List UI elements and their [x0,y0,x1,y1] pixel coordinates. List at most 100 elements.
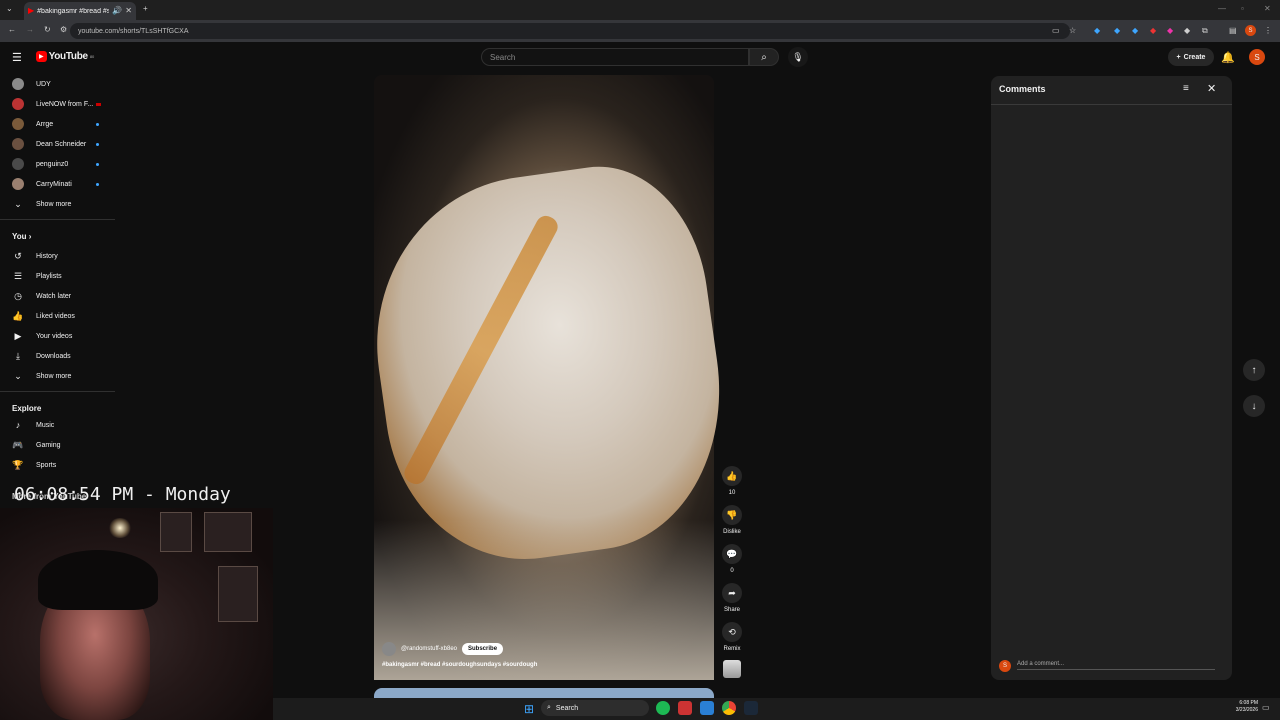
history-icon: ↺ [14,250,22,261]
thumbs-up-icon[interactable]: 👍 [722,466,742,486]
extensions-puzzle-icon[interactable]: ⧉ [1202,27,1208,35]
sidebar-subscription[interactable]: Arrge [0,115,115,133]
profile-avatar[interactable]: S [1245,25,1256,36]
show-more-subscriptions[interactable]: ⌄ Show more [0,195,115,213]
sidebar-subscription[interactable]: penguinz0 [0,155,115,173]
youtube-play-icon: ▶ [36,51,47,62]
window-close-icon[interactable]: ✕ [1264,5,1271,13]
notifications-bell-icon[interactable]: 🔔 [1220,48,1236,66]
sidebar-item-label: Watch later [36,292,72,300]
windows-start-icon[interactable]: ⊞ [524,702,534,716]
taskbar-search[interactable]: ⌕ Search [541,700,649,716]
extension-icon[interactable]: ◆ [1150,27,1156,35]
tab-audio-icon[interactable]: 🔊 [112,7,122,15]
spotify-icon[interactable] [656,701,670,715]
windows-taskbar [273,698,1280,720]
sidebar-item-watch-later[interactable]: ◷ Watch later [0,287,115,305]
next-short-button[interactable]: ↓ [1243,395,1265,417]
channel-avatar [12,158,24,170]
you-section-heading[interactable]: You › [12,232,31,241]
extension-icon[interactable]: ◆ [1114,27,1120,35]
subscribe-button[interactable]: Subscribe [462,643,504,655]
menu-kebab-icon[interactable]: ⋮ [1264,27,1272,35]
sidebar-item-history[interactable]: ↺ History [0,247,115,265]
share-action[interactable]: ➦ Share [720,583,744,613]
bookmark-star-icon[interactable]: ☆ [1069,27,1076,35]
chrome-icon[interactable] [722,701,736,715]
remix-icon[interactable]: ⟲ [722,622,742,642]
reload-icon[interactable]: ↻ [44,26,51,34]
hamburger-menu-icon[interactable]: ☰ [12,51,22,64]
minimize-icon[interactable]: — [1218,5,1226,13]
sidebar-item-your-videos[interactable]: ▶ Your videos [0,327,115,345]
calendar-app-icon[interactable] [678,701,692,715]
extension-icon[interactable]: ◆ [1132,27,1138,35]
channel-avatar [12,78,24,90]
search-input[interactable]: Search [481,48,749,66]
notification-center-icon[interactable]: ▭ [1262,704,1270,712]
extension-icon[interactable]: ◆ [1184,27,1190,35]
sidebar-item-sports[interactable]: 🏆 Sports [0,456,115,474]
sidebar-subscription[interactable]: CarryMinati [0,175,115,193]
maximize-icon[interactable]: ▫ [1241,5,1244,13]
logo-country-badge: 80 [89,54,95,59]
browser-tab[interactable]: ▶ #bakingasmr #bread #sour 🔊 ✕ [24,2,136,20]
sort-icon[interactable]: ≡ [1183,83,1189,94]
search-button[interactable]: ⌕ [749,48,779,66]
add-comment-input[interactable]: Add a comment... [1017,661,1215,670]
back-icon[interactable]: ← [8,26,16,34]
chevron-right-icon: › [28,232,32,241]
sidebar-item-liked-videos[interactable]: 👍 Liked videos [0,307,115,325]
store-app-icon[interactable] [700,701,714,715]
remix-action[interactable]: ⟲ Remix [720,622,744,652]
wall-poster [204,512,252,552]
comment-action[interactable]: 💬 0 [720,544,744,574]
dislike-action[interactable]: 👎 Dislike [720,505,744,535]
like-action[interactable]: 👍 10 [720,466,744,496]
channel-handle[interactable]: @randomstuff-xb8eo [401,646,457,652]
sidebar-item-music[interactable]: ♪ Music [0,416,115,434]
profile-letter: S [1248,27,1253,34]
tab-close-icon[interactable]: ✕ [125,7,132,15]
sidebar-subscription[interactable]: LiveNOW from F... [0,95,115,113]
short-caption[interactable]: #bakingasmr #bread #sourdoughsundays #so… [382,662,537,668]
voice-search-button[interactable]: 🎙 [788,47,808,67]
sidebar-item-gaming[interactable]: 🎮 Gaming [0,436,115,454]
account-letter: S [1254,52,1260,62]
baking-cloth-image [374,520,714,680]
taskbar-clock[interactable]: 6:08 PM 3/23/2026 [1222,700,1258,714]
youtube-logo[interactable]: ▶ YouTube 80 [36,51,94,62]
comment-icon[interactable]: 💬 [722,544,742,564]
share-icon[interactable]: ➦ [722,583,742,603]
extension-icon[interactable]: ◆ [1167,27,1173,35]
sidebar-divider [0,219,115,220]
tab-search-icon[interactable]: ⌄ [6,5,13,13]
search-icon: ⌕ [547,704,551,711]
show-more-you[interactable]: ⌄ Show more [0,367,115,385]
channel-avatar [12,178,24,190]
sound-thumbnail[interactable] [723,660,741,678]
sidebar-item-playlists[interactable]: ☰ Playlists [0,267,115,285]
create-button[interactable]: + Create [1168,48,1214,66]
arrow-up-icon: ↑ [1251,364,1257,376]
cast-icon[interactable]: ▭ [1052,27,1060,35]
share-label: Share [723,607,740,613]
sidebar-subscription[interactable]: UDY [0,75,115,93]
channel-avatar[interactable] [382,642,396,656]
extension-icon[interactable]: ◆ [1094,27,1100,35]
steam-icon[interactable] [744,701,758,715]
sidebar-subscription[interactable]: Dean Schneider [0,135,115,153]
taskbar-search-label: Search [555,704,579,712]
comments-title: Comments [999,84,1046,94]
previous-short-button[interactable]: ↑ [1243,359,1265,381]
new-tab-icon[interactable]: + [143,5,148,13]
account-avatar[interactable]: S [1249,49,1265,65]
url-bar[interactable]: youtube.com/shorts/TLsSHTfGCXA [70,23,1070,39]
site-info-icon[interactable]: ⚙ [60,26,67,34]
sidebar-item-downloads[interactable]: ⤓ Downloads [0,347,115,365]
forward-icon[interactable]: → [26,26,34,34]
close-icon[interactable]: ✕ [1207,82,1216,95]
webcam-overlay [0,508,273,720]
sidebar-toggle-icon[interactable]: ▤ [1229,27,1237,35]
thumbs-down-icon[interactable]: 👎 [722,505,742,525]
